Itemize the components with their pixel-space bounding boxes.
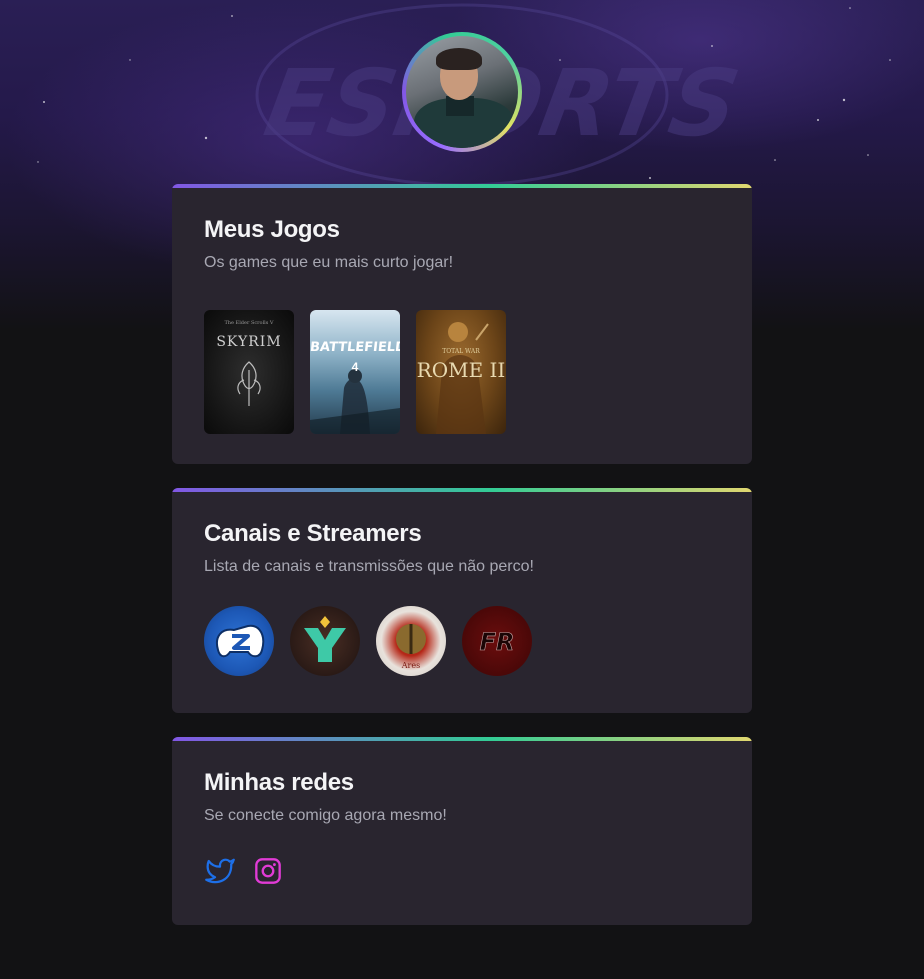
fr-logo-icon: FR [479,628,515,657]
game-skyrim-title: SKYRIM [216,334,282,350]
ares-label: Ares [401,661,420,670]
fr-label: FR [480,628,515,656]
games-card-title: Meus Jogos [204,216,340,243]
game-rome-title: ROME II [416,358,506,382]
twitter-link[interactable] [204,855,236,887]
game-battlefield-4[interactable]: BATTLEFIELD 4 [310,310,400,434]
instagram-icon [255,858,281,884]
spartan-helmet-icon: Ares [396,624,426,670]
twitter-icon [205,858,235,884]
channel-ares[interactable]: Ares [376,606,446,676]
controller-z-icon [216,624,265,658]
game-skyrim[interactable]: The Elder Scrolls V SKYRIM [204,310,294,434]
social-card-title: Minhas redes [204,769,354,796]
channels-list: Ares FR [204,606,720,676]
profile-avatar-ring [402,32,522,152]
games-card-subtitle: Os games que eu mais curto jogar! [204,254,454,271]
game-skyrim-caption: The Elder Scrolls V [224,320,274,326]
skyrim-dragon-icon [237,361,261,406]
social-card: Minhas redes Se conecte comigo agora mes… [172,737,752,925]
streamers-card-title: Canais e Streamers [204,520,422,547]
game-rome-caption: TOTAL WAR [442,348,480,355]
game-battlefield-number: 4 [351,360,359,374]
channel-gaules[interactable] [290,606,360,676]
instagram-link[interactable] [252,855,284,887]
games-card: Meus Jogos Os games que eu mais curto jo… [172,184,752,464]
gaules-y-icon [304,616,346,662]
streamers-card-subtitle: Lista de canais e transmissões que não p… [204,558,534,575]
game-battlefield-title: BATTLEFIELD [310,340,400,355]
channel-fr[interactable]: FR [462,606,532,676]
channel-zangado[interactable] [204,606,274,676]
social-links [204,855,720,887]
streamers-card: Canais e Streamers Lista de canais e tra… [172,488,752,713]
social-card-subtitle: Se conecte comigo agora mesmo! [204,807,447,824]
avatar [406,36,518,148]
game-rome-2[interactable]: TOTAL WAR ROME II [416,310,506,434]
games-list: The Elder Scrolls V SKYRIM BATTLEFIELD 4 [204,310,720,434]
